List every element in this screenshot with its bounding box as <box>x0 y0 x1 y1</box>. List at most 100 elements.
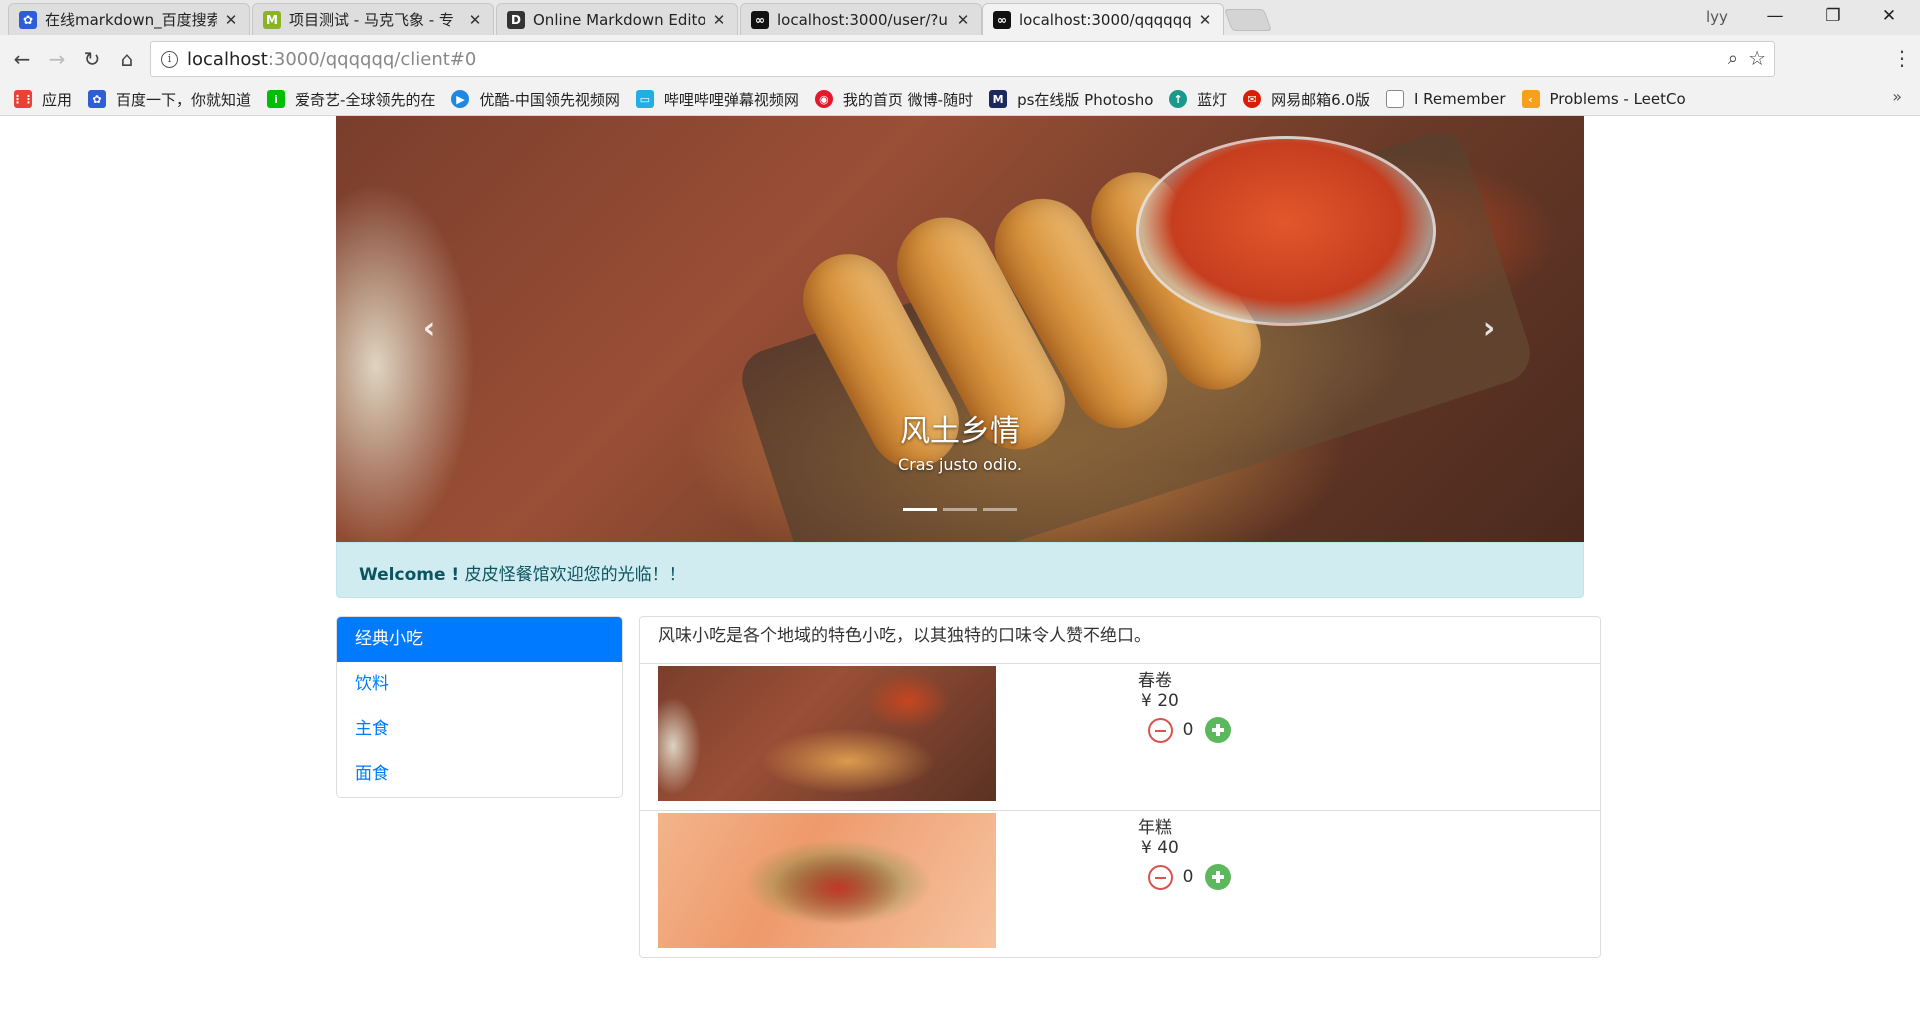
baidu-icon: ✿ <box>19 10 37 29</box>
bookmark-youku[interactable]: ▶ 优酷-中国领先视频网 <box>451 89 620 110</box>
tab-title: Online Markdown Editor <box>533 10 705 29</box>
food-item: 春卷 ¥ 20 0 <box>640 664 1600 811</box>
welcome-strong: Welcome ! <box>359 565 460 585</box>
browser-menu-icon[interactable]: ⋮ <box>1892 45 1912 71</box>
back-icon[interactable]: ← <box>10 47 34 71</box>
bookmark-photoshop[interactable]: M ps在线版 Photosho <box>989 89 1153 110</box>
food-name: 春卷 <box>1138 671 1172 691</box>
welcome-alert: Welcome ! 皮皮怪餐馆欢迎您的光临！！ <box>336 542 1584 598</box>
carousel-next-icon[interactable]: › <box>1474 304 1504 354</box>
tab-title: localhost:3000/qqqqqq <box>1019 10 1191 29</box>
bookmark-label: Problems - LeetCo <box>1549 90 1686 108</box>
lantern-icon: ↑ <box>1169 90 1188 108</box>
close-icon[interactable]: ✕ <box>711 11 727 29</box>
bookmark-bilibili[interactable]: ▭ 哔哩哔哩弹幕视频网 <box>635 89 799 110</box>
youku-icon: ▶ <box>451 90 470 108</box>
food-name: 年糕 <box>1138 818 1172 838</box>
url-path: :3000/qqqqqq/client#0 <box>267 48 477 70</box>
browser-tab-active[interactable]: ∞ localhost:3000/qqqqqq ✕ <box>982 3 1224 35</box>
quantity-stepper: 0 <box>1148 717 1231 743</box>
browser-tab[interactable]: D Online Markdown Editor ✕ <box>496 3 738 35</box>
apps-grid-icon: ⋮⋮ <box>12 90 34 108</box>
info-icon[interactable]: i <box>161 50 178 68</box>
reload-icon[interactable]: ↻ <box>80 47 104 71</box>
bookmark-label: 我的首页 微博-随时 <box>842 90 974 109</box>
bookmark-label: 优酷-中国领先视频网 <box>479 90 620 109</box>
app-icon: ∞ <box>993 10 1011 29</box>
browser-tab-strip: ✿ 在线markdown_百度搜索 ✕ M 项目测试 - 马克飞象 - 专 ✕ … <box>0 0 1920 35</box>
welcome-text: 皮皮怪餐馆欢迎您的光临！！ <box>459 565 686 585</box>
close-icon[interactable]: ✕ <box>223 11 239 29</box>
minus-circle-icon[interactable] <box>1148 717 1173 743</box>
carousel-prev-icon[interactable]: ‹ <box>414 304 444 354</box>
home-icon[interactable]: ⌂ <box>115 47 139 71</box>
address-bar[interactable]: i localhost:3000/qqqqqq/client#0 ⌕ ☆ <box>150 41 1775 77</box>
page-icon <box>1385 90 1404 108</box>
carousel-indicator[interactable] <box>903 508 937 511</box>
bookmark-leetcode[interactable]: ‹ Problems - LeetCo <box>1521 90 1686 108</box>
category-item-snacks[interactable]: 经典小吃 <box>337 617 622 662</box>
minus-circle-icon[interactable] <box>1148 864 1173 890</box>
tab-title: localhost:3000/user/?u <box>777 10 948 29</box>
food-price: ¥ 40 <box>1141 838 1179 858</box>
minimize-icon[interactable]: — <box>1752 3 1798 29</box>
restore-icon[interactable]: ❐ <box>1810 3 1856 29</box>
browser-tab[interactable]: M 项目测试 - 马克飞象 - 专 ✕ <box>252 3 494 35</box>
browser-tab[interactable]: ✿ 在线markdown_百度搜索 ✕ <box>8 3 250 35</box>
bookmark-label: 网易邮箱6.0版 <box>1271 90 1370 109</box>
close-icon[interactable]: ✕ <box>1197 11 1213 29</box>
quantity-stepper: 0 <box>1148 864 1231 890</box>
bookmark-lantern[interactable]: ↑ 蓝灯 <box>1169 89 1227 110</box>
forward-icon[interactable]: → <box>45 47 69 71</box>
plus-circle-icon[interactable] <box>1205 864 1231 890</box>
food-info: 年糕 ¥ 40 0 <box>1138 813 1231 890</box>
bookmarks-bar: ⋮⋮ 应用 ✿ 百度一下，你就知道 i 爱奇艺-全球领先的在 ▶ 优酷-中国领先… <box>0 83 1920 116</box>
carousel-indicator[interactable] <box>983 508 1017 511</box>
url-host: localhost <box>187 48 268 70</box>
browser-tab[interactable]: ∞ localhost:3000/user/?u ✕ <box>740 3 982 35</box>
category-item-staples[interactable]: 主食 <box>337 707 622 752</box>
bookmark-label: 应用 <box>42 90 73 109</box>
bookmark-iqiyi[interactable]: i 爱奇艺-全球领先的在 <box>267 89 435 110</box>
photoshop-icon: M <box>989 90 1008 108</box>
hero-carousel: ‹ › 风土乡情 Cras justo odio. <box>336 116 1584 542</box>
zoom-icon[interactable]: ⌕ <box>1728 48 1738 69</box>
dillinger-icon: D <box>507 10 525 29</box>
weibo-icon: ◉ <box>814 90 833 108</box>
browser-toolbar: ← → ↻ ⌂ i localhost:3000/qqqqqq/client#0… <box>0 35 1920 83</box>
food-image-rice-cake <box>658 813 996 948</box>
bookmark-apps[interactable]: ⋮⋮ 应用 <box>12 89 73 110</box>
baidu-icon: ✿ <box>88 90 107 108</box>
carousel-indicator[interactable] <box>943 508 977 511</box>
carousel-indicators <box>900 508 1020 511</box>
food-price: ¥ 20 <box>1141 691 1179 711</box>
bookmark-label: 哔哩哔哩弹幕视频网 <box>663 90 799 109</box>
new-tab-button[interactable] <box>1223 9 1273 31</box>
plus-circle-icon[interactable] <box>1205 717 1231 743</box>
tab-title: 项目测试 - 马克飞象 - 专 <box>289 11 454 29</box>
quantity-value: 0 <box>1182 720 1194 740</box>
bookmarks-overflow-icon[interactable]: » <box>1892 87 1902 106</box>
bookmark-label: I Remember <box>1413 90 1506 108</box>
food-image-spring-rolls <box>658 666 996 801</box>
food-item: 年糕 ¥ 40 0 <box>640 811 1600 958</box>
close-icon[interactable]: ✕ <box>955 11 971 29</box>
bookmark-star-icon[interactable]: ☆ <box>1748 46 1766 70</box>
carousel-subtitle: Cras justo odio. <box>897 455 1023 474</box>
window-close-icon[interactable]: ✕ <box>1866 3 1912 29</box>
bookmark-iremember[interactable]: I Remember <box>1385 90 1506 108</box>
bookmark-netease[interactable]: ✉ 网易邮箱6.0版 <box>1243 89 1370 110</box>
close-icon[interactable]: ✕ <box>467 11 483 29</box>
iqiyi-icon: i <box>267 90 286 108</box>
category-list: 经典小吃 饮料 主食 面食 <box>336 616 623 798</box>
menu-card: 风味小吃是各个地域的特色小吃，以其独特的口味令人赞不绝口。 春卷 ¥ 20 0 … <box>639 616 1601 958</box>
bookmark-weibo[interactable]: ◉ 我的首页 微博-随时 <box>814 89 974 110</box>
bookmark-label: 百度一下，你就知道 <box>116 90 252 109</box>
category-item-noodles[interactable]: 面食 <box>337 752 622 797</box>
category-item-drinks[interactable]: 饮料 <box>337 662 622 707</box>
bookmark-label: 蓝灯 <box>1197 90 1228 109</box>
bookmark-label: ps在线版 Photosho <box>1017 90 1154 109</box>
profile-badge[interactable]: lyy <box>1706 8 1728 26</box>
carousel-title: 风土乡情 <box>900 414 1020 449</box>
bookmark-baidu[interactable]: ✿ 百度一下，你就知道 <box>88 89 251 110</box>
